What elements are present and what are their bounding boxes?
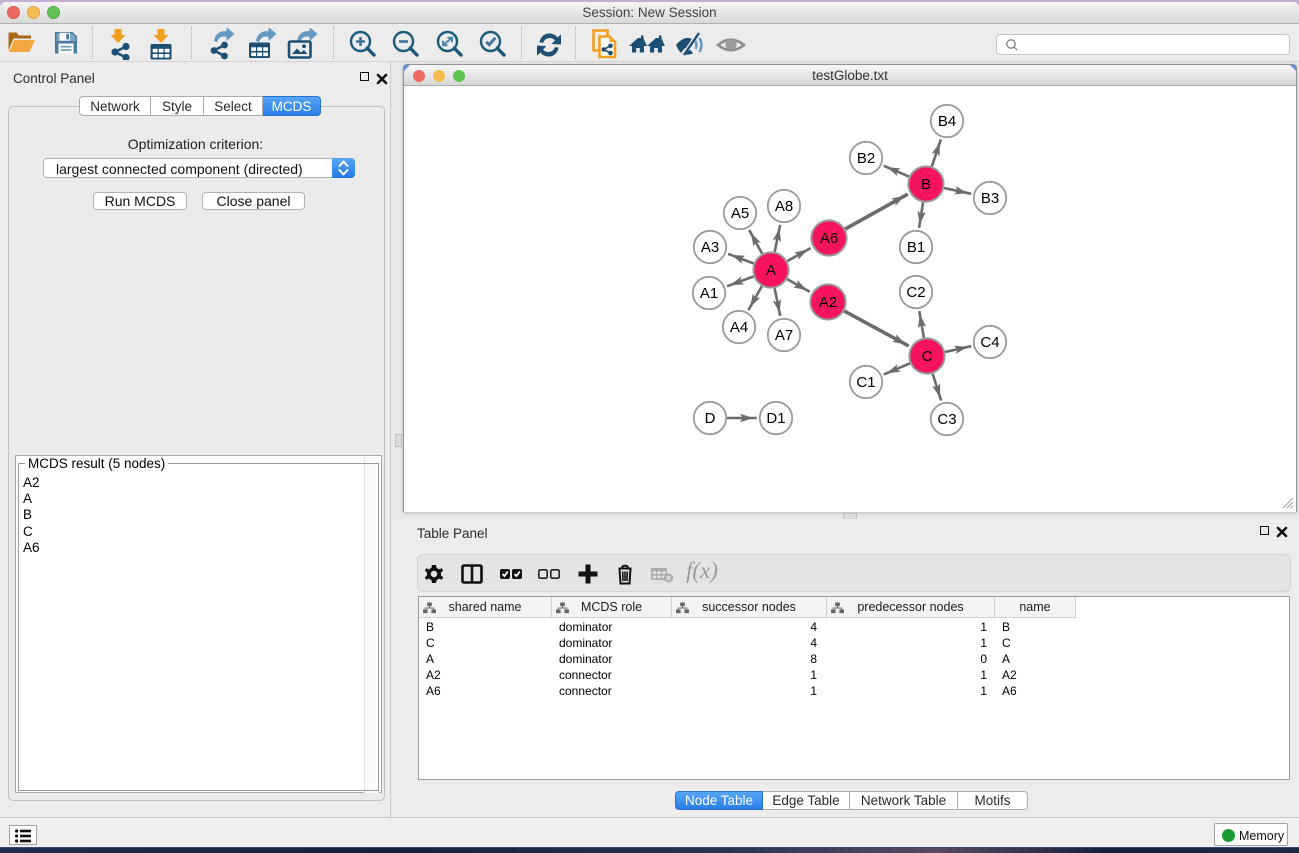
- svg-text:C: C: [922, 348, 933, 365]
- svg-text:B1: B1: [907, 239, 925, 256]
- svg-text:C1: C1: [856, 374, 875, 391]
- svg-text:A: A: [766, 262, 776, 279]
- svg-text:A2: A2: [819, 294, 837, 311]
- svg-text:A8: A8: [775, 198, 793, 215]
- svg-text:C3: C3: [937, 411, 956, 428]
- svg-text:A5: A5: [731, 205, 749, 222]
- svg-text:B2: B2: [857, 150, 875, 167]
- svg-text:B4: B4: [938, 113, 956, 130]
- svg-text:B3: B3: [981, 190, 999, 207]
- svg-text:C4: C4: [980, 334, 999, 351]
- svg-text:A1: A1: [700, 285, 718, 302]
- svg-text:B: B: [921, 176, 931, 193]
- svg-text:A6: A6: [820, 230, 838, 247]
- svg-text:C2: C2: [906, 284, 925, 301]
- svg-text:A4: A4: [730, 319, 748, 336]
- svg-text:D1: D1: [766, 410, 785, 427]
- svg-text:A3: A3: [701, 239, 719, 256]
- svg-text:A7: A7: [775, 327, 793, 344]
- svg-text:D: D: [705, 410, 716, 427]
